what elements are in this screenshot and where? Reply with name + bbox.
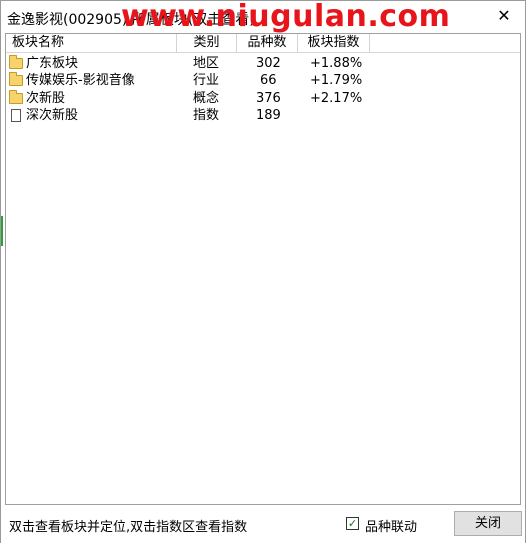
sector-category: 概念 xyxy=(193,91,220,106)
folder-icon xyxy=(9,90,23,104)
sector-count: 302 xyxy=(256,56,281,71)
folder-icon xyxy=(9,72,23,86)
sector-name: 深次新股 xyxy=(26,108,79,123)
column-header-index[interactable]: 板块指数 xyxy=(298,34,370,52)
link-checkbox[interactable]: ✓ xyxy=(346,517,359,530)
link-checkbox-label[interactable]: 品种联动 xyxy=(365,516,417,535)
close-icon[interactable]: ✕ xyxy=(493,5,515,27)
table-row[interactable]: 传媒娱乐-影视音像 行业 66 +1.79% xyxy=(6,72,376,89)
sector-count: 189 xyxy=(256,108,281,123)
status-bar: 双击查看板块并定位,双击指数区查看指数 ✓ 品种联动 关闭 xyxy=(1,507,525,543)
window-edge-accent xyxy=(1,216,3,246)
column-header-category[interactable]: 类别 xyxy=(177,34,237,52)
status-hint: 双击查看板块并定位,双击指数区查看指数 xyxy=(9,520,248,535)
sector-category: 指数 xyxy=(193,108,220,123)
index-page-icon xyxy=(11,109,21,122)
column-header-name[interactable]: 板块名称 xyxy=(6,34,177,52)
folder-icon xyxy=(9,55,23,69)
sector-category: 地区 xyxy=(193,56,220,71)
sector-index[interactable]: +1.88% xyxy=(310,55,362,72)
sector-category: 行业 xyxy=(193,73,220,88)
sector-name: 传媒娱乐-影视音像 xyxy=(26,73,135,88)
sector-list[interactable]: 板块名称 类别 品种数 板块指数 广东板块 地区 302 +1.88% 传媒娱乐… xyxy=(5,33,521,505)
table-row[interactable]: 深次新股 指数 189 xyxy=(6,107,376,124)
sector-name: 广东板块 xyxy=(26,56,79,71)
sector-count: 376 xyxy=(256,91,281,106)
sector-name: 次新股 xyxy=(26,91,66,106)
table-row[interactable]: 广东板块 地区 302 +1.88% xyxy=(6,55,376,72)
sector-index[interactable]: +1.79% xyxy=(310,72,362,89)
sector-index[interactable]: +2.17% xyxy=(310,90,362,107)
column-header-count[interactable]: 品种数 xyxy=(237,34,298,52)
table-header: 板块名称 类别 品种数 板块指数 xyxy=(6,34,520,53)
close-button[interactable]: 关闭 xyxy=(454,511,522,536)
sector-window: 金逸影视(002905) 所属板块(双击查看) www.niugulan.com… xyxy=(0,0,526,543)
watermark-text: www.niugulan.com xyxy=(121,0,451,34)
table-row[interactable]: 次新股 概念 376 +2.17% xyxy=(6,90,376,107)
title-bar: 金逸影视(002905) 所属板块(双击查看) www.niugulan.com… xyxy=(1,0,525,34)
sector-count: 66 xyxy=(260,73,277,88)
